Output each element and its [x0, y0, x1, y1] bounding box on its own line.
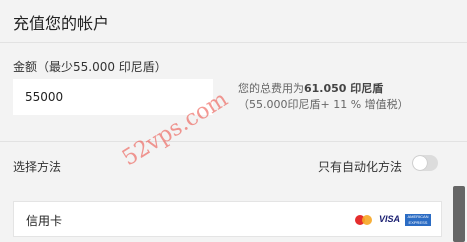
total-cost-prefix: 您的总费用为 [238, 82, 304, 95]
amount-section: 金额（最少55.000 印尼盾） 您的总费用为61.050 印尼盾 （55.00… [0, 43, 467, 141]
payment-method-section: 选择方法 只有自动化方法 信用卡 VISA AMERICAN EXPRESS [0, 142, 467, 242]
auto-only-label: 只有自动化方法 [318, 160, 403, 174]
scrollbar-thumb[interactable] [453, 186, 465, 242]
total-cost-text: 您的总费用为61.050 印尼盾 [238, 80, 383, 96]
visa-logo-icon: VISA [379, 214, 401, 224]
amex-logo-icon: AMERICAN EXPRESS [405, 214, 431, 226]
total-cost-value: 61.050 印尼盾 [304, 82, 384, 95]
mastercard-logo-icon [355, 215, 372, 225]
payment-option-label: 信用卡 [26, 214, 63, 228]
card-brand-logos: VISA AMERICAN EXPRESS [353, 214, 433, 226]
toggle-knob [413, 156, 427, 170]
auto-only-toggle[interactable] [412, 155, 438, 171]
dialog-title: 充值您的帐户 [13, 14, 110, 33]
choose-method-label: 选择方法 [13, 160, 62, 174]
dialog-header: 充值您的帐户 [0, 0, 467, 43]
payment-option-credit-card[interactable]: 信用卡 VISA AMERICAN EXPRESS [13, 201, 442, 237]
amount-label: 金额（最少55.000 印尼盾） [13, 60, 167, 74]
total-cost-breakdown: （55.000印尼盾+ 11 % 增值税） [238, 98, 409, 111]
